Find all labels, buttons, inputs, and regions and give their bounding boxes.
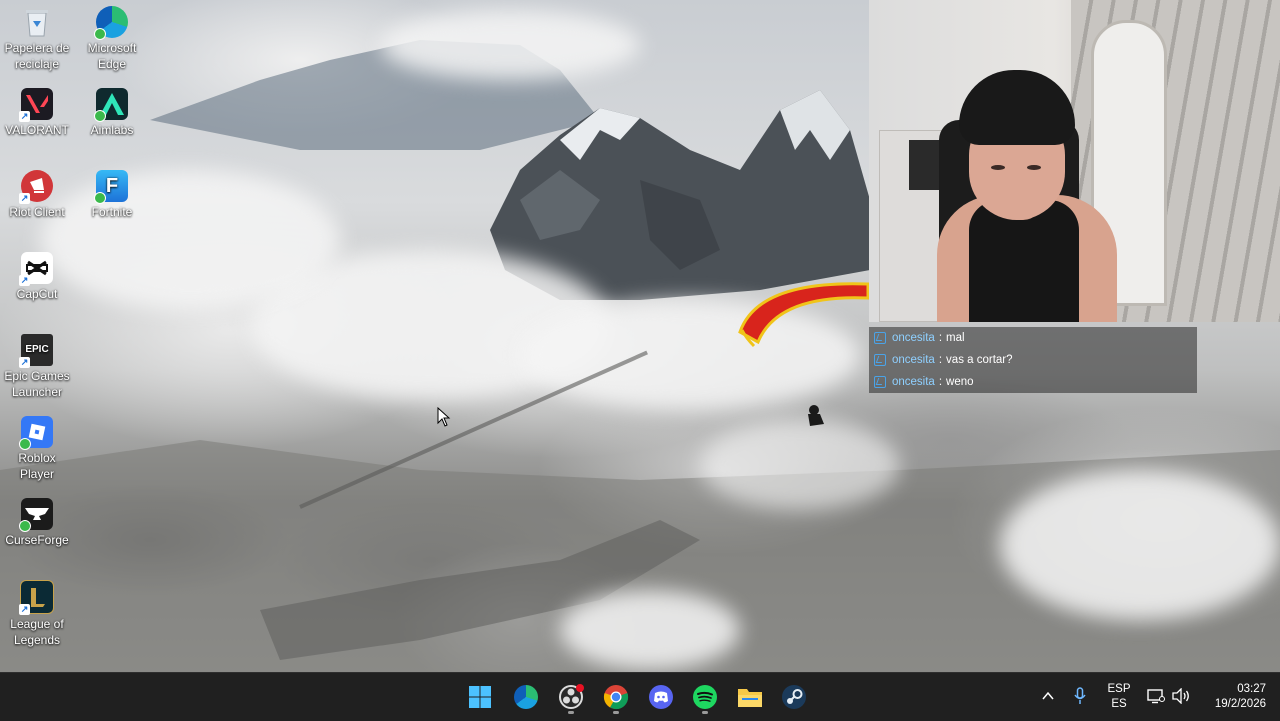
taskbar: ESP ES 03:27 19/2/2026: [0, 672, 1280, 721]
desktop-icon-curseforge[interactable]: CurseForge: [0, 498, 74, 548]
spotify-icon: [693, 685, 717, 709]
taskbar-edge-button[interactable]: [509, 680, 543, 714]
language-code: ESP: [1107, 683, 1131, 695]
desktop-icon-label: Roblox Player: [18, 451, 56, 481]
desktop-icon-roblox[interactable]: Roblox Player: [0, 416, 74, 482]
mouse-cursor-icon: [437, 407, 451, 427]
desktop-icon-league-of-legends[interactable]: ↗ League of Legends: [0, 580, 74, 648]
desktop-icon-label: Papelera de reciclaje: [4, 41, 70, 71]
taskbar-obs-button[interactable]: [554, 680, 588, 714]
running-indicator: [613, 711, 619, 714]
desktop-icon-riot-client[interactable]: ↗ Riot Client: [0, 170, 74, 220]
paraglider: [738, 282, 870, 426]
clock[interactable]: 03:27 19/2/2026: [1200, 682, 1266, 712]
desktop-icon-label: Riot Client: [9, 205, 65, 219]
chrome-icon: [603, 685, 629, 710]
valorant-icon: ↗: [19, 88, 53, 122]
desktop-icon-label: Epic Games Launcher: [4, 369, 70, 399]
chat-username: oncesita: [892, 376, 935, 388]
desktop-icon-label: League of Legends: [10, 617, 64, 647]
file-explorer-icon: [738, 689, 762, 707]
keyboard-layout: ES: [1111, 698, 1127, 710]
desktop-icon-label: Fortnite: [91, 205, 133, 219]
webcam-overlay: [869, 0, 1280, 322]
epic-games-icon: EPIC ↗: [19, 334, 53, 368]
microphone-icon[interactable]: [1074, 687, 1086, 705]
desktop-icon-label: Aimlabs: [90, 123, 134, 137]
steam-icon: [782, 685, 806, 709]
network-icon[interactable]: [1147, 688, 1165, 704]
edge-icon: [94, 6, 128, 40]
chat-username: oncesita: [892, 354, 935, 366]
desktop-icon-valorant[interactable]: ↗ VALORANT: [0, 88, 74, 138]
desktop-icon-label: CurseForge: [5, 533, 69, 547]
clock-date: 19/2/2026: [1214, 698, 1266, 710]
chat-text: weno: [946, 376, 974, 388]
capcut-icon: ↗: [19, 252, 53, 286]
chat-message: oncesita : vas a cortar?: [869, 349, 1197, 371]
aimlabs-icon: [94, 88, 128, 122]
chat-text: mal: [946, 332, 965, 344]
chat-badge-icon: [874, 376, 886, 388]
desktop-icon-epic-games[interactable]: EPIC ↗ Epic Games Launcher: [0, 334, 74, 400]
chat-badge-icon: [874, 332, 886, 344]
chat-separator: :: [938, 376, 943, 388]
league-of-legends-icon: ↗: [19, 580, 54, 615]
discord-icon: [649, 685, 673, 709]
language-indicator[interactable]: ESP ES: [1103, 682, 1135, 712]
riot-client-icon: ↗: [19, 170, 53, 204]
volume-icon[interactable]: [1172, 688, 1190, 704]
curseforge-icon: [19, 498, 53, 532]
chat-username: oncesita: [892, 332, 935, 344]
taskbar-chrome-button[interactable]: [599, 680, 633, 714]
desktop-icon-label: CapCut: [16, 287, 58, 301]
running-indicator: [568, 711, 574, 714]
obs-icon: [559, 684, 584, 709]
taskbar-file-explorer-button[interactable]: [733, 680, 767, 714]
fortnite-icon: F: [94, 170, 128, 204]
recycle-bin-icon: [21, 6, 53, 38]
chat-message: oncesita : weno: [869, 371, 1197, 393]
desktop-icon-fortnite[interactable]: F Fortnite: [75, 170, 149, 220]
clock-time: 03:27: [1237, 683, 1266, 695]
edge-icon: [514, 685, 538, 709]
start-button[interactable]: [463, 680, 497, 714]
chevron-up-icon[interactable]: [1042, 691, 1054, 701]
desktop-icon-edge[interactable]: Microsoft Edge: [75, 6, 149, 72]
chat-separator: :: [938, 354, 943, 366]
taskbar-steam-button[interactable]: [777, 680, 811, 714]
start-icon: [469, 686, 491, 708]
chat-badge-icon: [874, 354, 886, 366]
stream-chat-overlay: oncesita : mal oncesita : vas a cortar? …: [869, 327, 1197, 393]
taskbar-spotify-button[interactable]: [688, 680, 722, 714]
taskbar-discord-button[interactable]: [644, 680, 678, 714]
chat-text: vas a cortar?: [946, 354, 1013, 366]
chat-separator: :: [938, 332, 943, 344]
desktop-icon-recycle-bin[interactable]: Papelera de reciclaje: [0, 6, 74, 72]
running-indicator: [702, 711, 708, 714]
desktop-icon-label: VALORANT: [5, 123, 69, 137]
desktop-icon-capcut[interactable]: ↗ CapCut: [0, 252, 74, 302]
roblox-icon: [19, 416, 53, 450]
chat-message: oncesita : mal: [869, 327, 1197, 349]
epic-games-glyph: EPIC: [25, 344, 49, 355]
desktop-icon-label: Microsoft Edge: [87, 41, 137, 71]
desktop-icon-aimlabs[interactable]: Aimlabs: [75, 88, 149, 138]
